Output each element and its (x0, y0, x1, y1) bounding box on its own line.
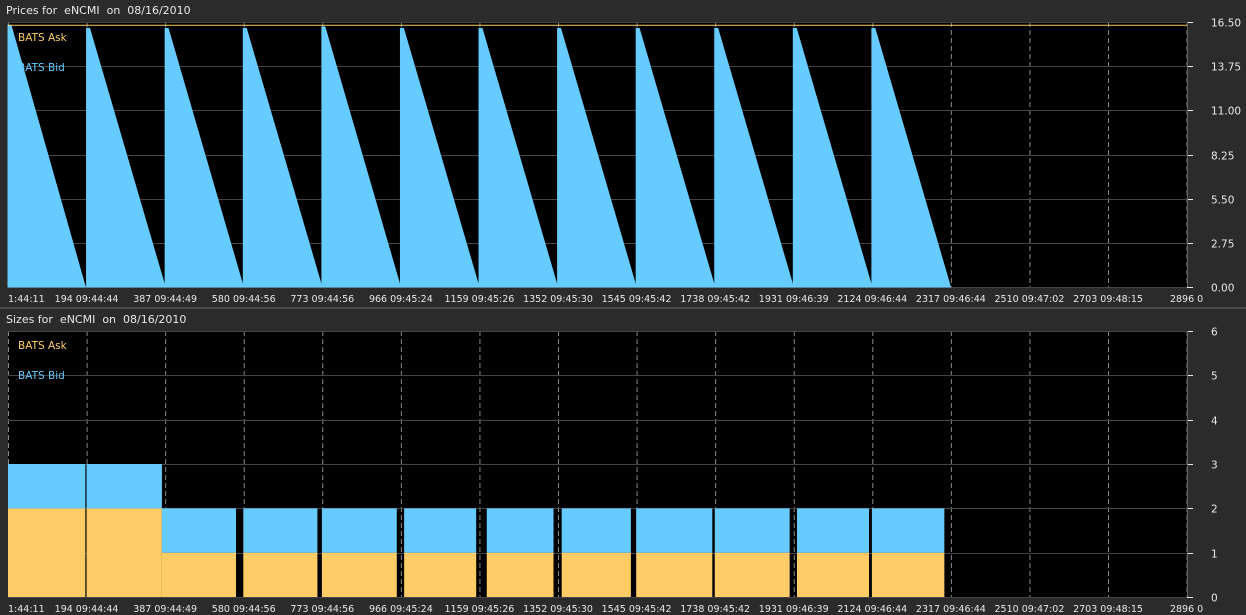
legend-ask: BATS Ask (18, 32, 68, 44)
bid-size-bar (321, 508, 397, 553)
ask-size-bar (636, 552, 713, 597)
y-tick-label: 3 (1211, 460, 1218, 472)
legend-ask: BATS Ask (18, 340, 68, 352)
x-tick-label: 194 09:44:44 (55, 294, 119, 305)
x-tick-label: 1352 09:45:30 (523, 294, 593, 305)
y-tick-label: 2.75 (1211, 239, 1234, 251)
prices-chart: 1:44:11 194 09:44:44 387 09:44:49 580 09:44… (7, 18, 1241, 305)
bid-size-bar (486, 508, 554, 553)
sizes-panel: Sizes for eNCMI on 08/16/2010 1:44:11 194… (0, 309, 1246, 615)
x-tick-label: 2317 09:46:44 (916, 294, 986, 305)
bid-size-bar (796, 508, 870, 553)
x-tick-label: 966 09:45:24 (369, 294, 433, 305)
x-tick-label: 1931 09:46:39 (759, 604, 829, 615)
ask-size-bar (871, 552, 945, 597)
x-tick-label: 2124 09:46:44 (837, 604, 907, 615)
y-tick-label: 11.00 (1211, 106, 1241, 118)
y-tick-label: 2 (1211, 504, 1218, 516)
y-tick-label: 13.75 (1211, 62, 1241, 74)
bid-size-bar (561, 508, 631, 553)
x-tick-label: 1545 09:45:42 (602, 604, 672, 615)
y-tick-label: 0 (1211, 593, 1218, 605)
ask-size-bar (161, 552, 236, 597)
ask-size-bar (561, 552, 631, 597)
y-tick-label: 5.50 (1211, 195, 1234, 207)
ask-size-bar (486, 552, 554, 597)
bid-size-bar (404, 508, 477, 553)
legend-bid: BATS Bid (18, 370, 65, 382)
x-tick-label: 773 09:44:56 (290, 294, 354, 305)
x-tick-label: 773 09:44:56 (290, 604, 354, 615)
ask-size-bar (796, 552, 870, 597)
x-tick-label: 387 09:44:49 (133, 604, 197, 615)
x-tick-label: 2703 09:48:15 (1073, 294, 1143, 305)
bid-size-bar (714, 508, 790, 553)
x-tick-label: 580 09:44:56 (212, 294, 276, 305)
y-tick-label: 1 (1211, 549, 1218, 561)
x-tick-label: 387 09:44:49 (133, 294, 197, 305)
prices-panel: Prices for eNCMI on 08/16/2010 1:44:11 19… (0, 0, 1246, 307)
x-tick-label: 2510 09:47:02 (995, 604, 1065, 615)
bid-size-bar (161, 508, 236, 553)
y-tick-label: 16.50 (1211, 18, 1241, 30)
x-tick-label: 1:44:11 (8, 294, 45, 305)
x-tick-label: 1159 09:45:26 (444, 294, 514, 305)
x-tick-label: 1738 09:45:42 (680, 604, 750, 615)
bid-size-bar (871, 508, 945, 553)
ask-size-bar (8, 508, 86, 597)
ask-size-bar (86, 508, 162, 597)
x-tick-label: 580 09:44:56 (212, 604, 276, 615)
x-tick-label: 966 09:45:24 (369, 604, 433, 615)
x-tick-label: 2896 0 (1170, 294, 1203, 305)
x-tick-label: 194 09:44:44 (55, 604, 119, 615)
x-tick-label: 1:44:11 (8, 604, 45, 615)
y-tick-label: 4 (1211, 416, 1218, 428)
sizes-chart: 1:44:11 194 09:44:44 387 09:44:49 580 09:44… (8, 327, 1218, 615)
ask-size-bar (404, 552, 477, 597)
x-tick-label: 1931 09:46:39 (759, 294, 829, 305)
bid-size-bar (243, 508, 318, 553)
ask-size-bar (321, 552, 397, 597)
bid-size-bar (8, 464, 86, 509)
legend-bid: BATS Bid (18, 62, 65, 74)
ask-size-bar (243, 552, 318, 597)
y-tick-label: 0.00 (1211, 283, 1234, 295)
x-tick-label: 1159 09:45:26 (444, 604, 514, 615)
ask-size-bar (714, 552, 790, 597)
x-tick-label: 2317 09:46:44 (916, 604, 986, 615)
x-tick-label: 2124 09:46:44 (837, 294, 907, 305)
y-tick-label: 5 (1211, 371, 1218, 383)
x-tick-label: 2896 0 (1170, 604, 1203, 615)
x-tick-label: 2703 09:48:15 (1073, 604, 1143, 615)
bid-size-bar (86, 464, 162, 509)
x-tick-label: 2510 09:47:02 (995, 294, 1065, 305)
x-tick-label: 1352 09:45:30 (523, 604, 593, 615)
y-tick-label: 8.25 (1211, 151, 1234, 163)
x-tick-label: 1545 09:45:42 (602, 294, 672, 305)
bid-size-bar (636, 508, 713, 553)
x-tick-label: 1738 09:45:42 (680, 294, 750, 305)
y-tick-label: 6 (1211, 327, 1218, 339)
